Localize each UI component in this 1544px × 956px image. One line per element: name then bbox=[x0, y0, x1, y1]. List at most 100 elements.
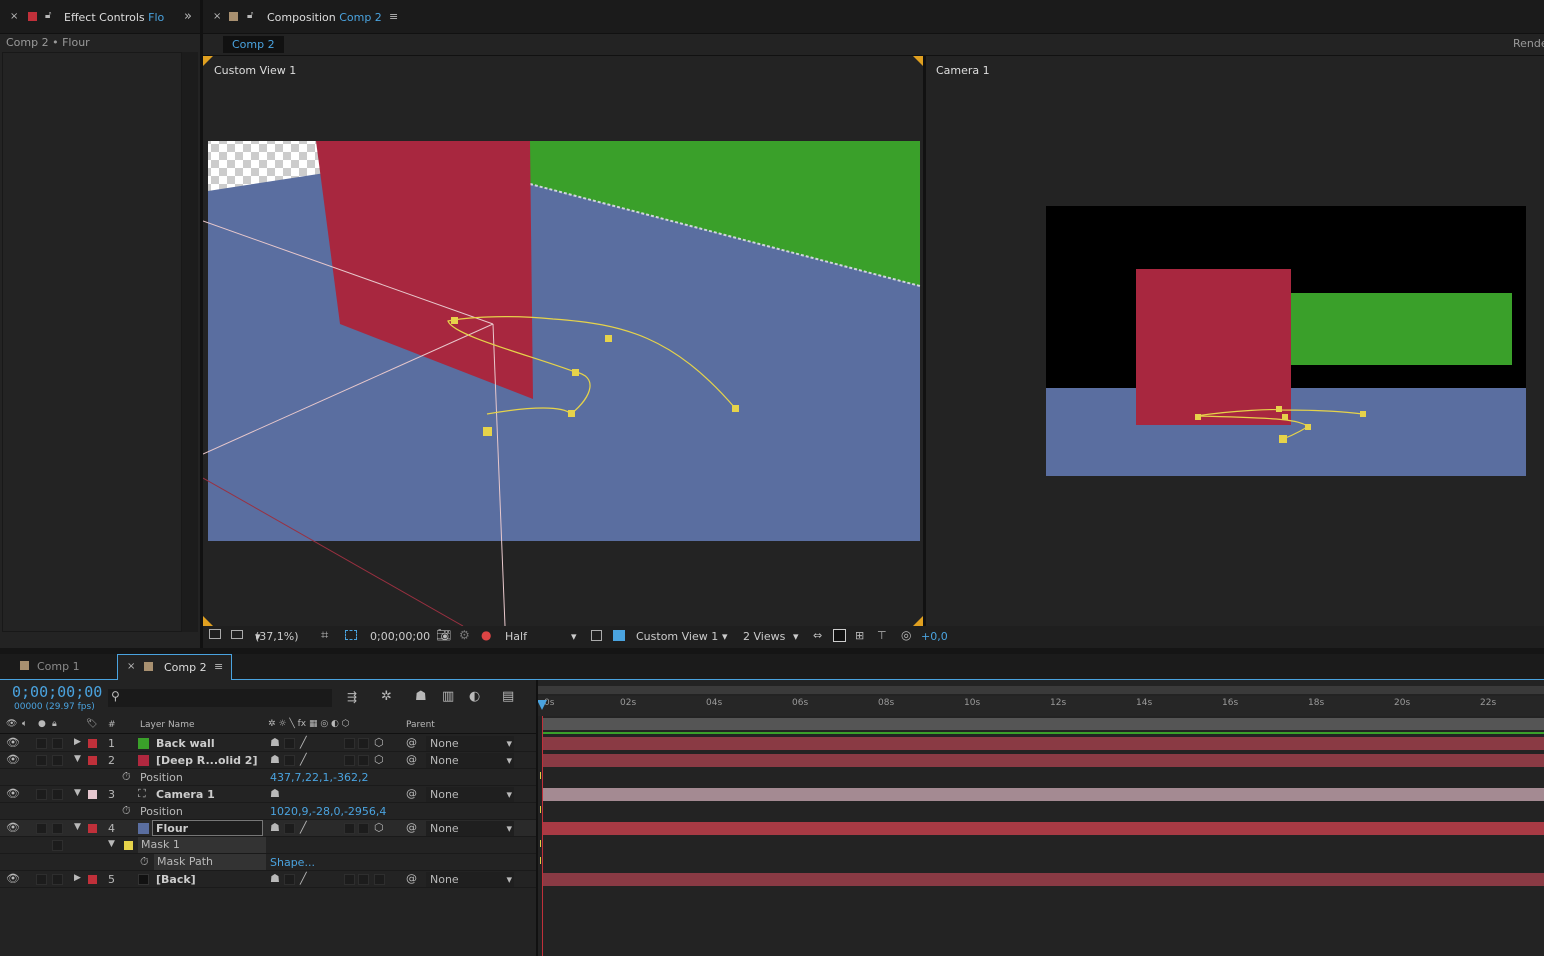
close-icon[interactable]: × bbox=[10, 11, 18, 22]
tree-icon[interactable]: ⊤ bbox=[877, 629, 887, 642]
shy-switch-icon[interactable]: ☗ bbox=[270, 787, 280, 800]
label-color[interactable] bbox=[88, 875, 97, 884]
motion-blur-icon[interactable]: ◐ bbox=[469, 689, 480, 704]
solo-toggle[interactable] bbox=[36, 755, 47, 766]
lock-icon[interactable]: 🔓︎ bbox=[247, 10, 253, 21]
shy-switch-icon[interactable]: ☗ bbox=[270, 872, 280, 885]
lock-toggle[interactable] bbox=[52, 874, 63, 885]
eye-icon[interactable]: 👁︎ bbox=[6, 787, 20, 800]
mask-row[interactable]: ▼ Mask 1 bbox=[0, 837, 536, 854]
layer-row[interactable]: 👁︎ ▼ 4 Flour ☗ ╱ ⬡ @ None ▾ bbox=[0, 820, 536, 837]
composition-mini-flowchart-icon[interactable]: ⇶ bbox=[347, 690, 357, 704]
panel-menu-icon[interactable]: ≡ bbox=[214, 660, 223, 673]
eye-icon[interactable]: 👁︎ bbox=[6, 872, 20, 885]
toggle-view-icon[interactable] bbox=[833, 629, 846, 642]
quality-switch-icon[interactable]: ╱ bbox=[300, 753, 307, 766]
layer-name[interactable]: Camera 1 bbox=[156, 788, 215, 801]
layer-name[interactable]: Back wall bbox=[156, 737, 215, 750]
shy-switch-icon[interactable]: ☗ bbox=[270, 753, 280, 766]
motion-blur-switch[interactable] bbox=[344, 755, 355, 766]
property-row[interactable]: ⏱︎ Mask Path Shape... bbox=[0, 854, 536, 871]
parent-select[interactable]: None ▾ bbox=[426, 736, 514, 751]
property-row[interactable]: ⏱︎ Position 1020,9,-28,0,-2956,4 bbox=[0, 803, 536, 820]
transparency-grid-icon[interactable] bbox=[345, 630, 357, 640]
flowchart-icon[interactable]: ⊞ bbox=[855, 629, 864, 642]
stopwatch-icon[interactable]: ⏱︎ bbox=[140, 855, 149, 869]
collapse-switch[interactable] bbox=[284, 874, 295, 885]
parent-select[interactable]: None ▾ bbox=[426, 753, 514, 768]
tab-comp-1[interactable]: Comp 1 bbox=[20, 660, 80, 673]
shy-switch-icon[interactable]: ☗ bbox=[270, 736, 280, 749]
collapse-switch[interactable] bbox=[284, 755, 295, 766]
motion-blur-switch[interactable] bbox=[344, 738, 355, 749]
search-field[interactable]: ⚲ bbox=[108, 689, 332, 707]
tab-comp-2[interactable]: × Comp 2 ≡ bbox=[117, 654, 232, 680]
adjustment-switch[interactable] bbox=[358, 874, 369, 885]
pickwhip-icon[interactable]: @ bbox=[406, 872, 417, 885]
layer-row[interactable]: 👁︎ ▼ 3 ⛶ Camera 1 ☗ @ None ▾ bbox=[0, 786, 536, 803]
collapse-arrow-icon[interactable]: ▼ bbox=[74, 754, 81, 764]
audio-icon[interactable]: 🔈︎ bbox=[22, 719, 27, 729]
transparency-icon[interactable] bbox=[613, 630, 625, 641]
property-value[interactable]: Shape... bbox=[270, 856, 315, 869]
3d-layer-icon[interactable]: ⬡ bbox=[374, 736, 384, 749]
fast-previews-icon[interactable] bbox=[591, 630, 602, 641]
zoom-select[interactable]: (37,1%) ▾ bbox=[255, 630, 299, 643]
layer-duration-bar[interactable] bbox=[542, 822, 1544, 835]
adjustment-switch[interactable] bbox=[358, 755, 369, 766]
layer-duration-bar[interactable] bbox=[542, 732, 1544, 734]
pickwhip-icon[interactable]: @ bbox=[406, 821, 417, 834]
eye-icon[interactable]: 👁︎ bbox=[6, 736, 20, 749]
collapse-arrow-icon[interactable]: ▼ bbox=[108, 839, 115, 849]
monitor-icon[interactable] bbox=[231, 630, 243, 639]
label-color[interactable] bbox=[88, 756, 97, 765]
layer-name-field[interactable]: Flour bbox=[152, 820, 263, 836]
lock-icon[interactable]: 🔓︎ bbox=[45, 10, 51, 21]
label-color[interactable] bbox=[88, 739, 97, 748]
channel-icon[interactable]: ● bbox=[481, 628, 491, 642]
mask-name[interactable]: Mask 1 bbox=[138, 837, 266, 853]
lock-toggle[interactable] bbox=[52, 789, 63, 800]
eye-icon[interactable]: 👁︎ bbox=[6, 753, 20, 766]
draft-3d-icon[interactable]: ✲ bbox=[381, 689, 392, 704]
layer-row[interactable]: 👁︎ ▶ 5 [Back] ☗ ╱ @ None ▾ bbox=[0, 871, 536, 888]
quality-switch-icon[interactable]: ╱ bbox=[300, 821, 307, 834]
mask-color[interactable] bbox=[124, 841, 133, 850]
always-preview-icon[interactable] bbox=[209, 629, 221, 639]
pickwhip-icon[interactable]: @ bbox=[406, 736, 417, 749]
graph-editor-icon[interactable]: ▤ bbox=[502, 689, 514, 704]
solo-icon[interactable]: ● bbox=[38, 719, 46, 729]
work-area-bar[interactable] bbox=[542, 718, 1544, 730]
toggle-pixel-aspect-icon[interactable]: ⇔ bbox=[813, 629, 822, 642]
label-color[interactable] bbox=[88, 824, 97, 833]
close-icon[interactable]: × bbox=[127, 661, 135, 672]
property-value[interactable]: 437,7,22,1,-362,2 bbox=[270, 771, 368, 784]
solo-toggle[interactable] bbox=[36, 874, 47, 885]
3d-layer-icon[interactable]: ⬡ bbox=[374, 821, 384, 834]
layer-duration-bar[interactable] bbox=[542, 873, 1544, 886]
eye-icon[interactable]: 👁︎ bbox=[6, 821, 20, 834]
collapse-switch[interactable] bbox=[284, 738, 295, 749]
property-value[interactable]: 1020,9,-28,0,-2956,4 bbox=[270, 805, 386, 818]
camera-viewer[interactable]: Camera 1 bbox=[926, 56, 1544, 626]
comp-subtab[interactable]: Comp 2 bbox=[223, 36, 284, 53]
renderer-label[interactable]: Rende bbox=[1513, 37, 1544, 50]
layer-name-header[interactable]: Layer Name bbox=[140, 720, 195, 730]
adjustment-switch[interactable] bbox=[358, 823, 369, 834]
motion-blur-switch[interactable] bbox=[344, 823, 355, 834]
panel-menu-icon[interactable]: ≡ bbox=[389, 10, 398, 23]
adjustment-switch[interactable] bbox=[358, 738, 369, 749]
custom-view-viewer[interactable]: Custom View 1 bbox=[203, 56, 923, 626]
solo-toggle[interactable] bbox=[36, 738, 47, 749]
shy-icon[interactable]: ☗ bbox=[415, 689, 427, 704]
lock-icon[interactable]: 🔒︎ bbox=[52, 719, 57, 729]
time-navigator[interactable] bbox=[538, 686, 1544, 694]
quality-switch-icon[interactable]: ╱ bbox=[300, 872, 307, 885]
parent-select[interactable]: None ▾ bbox=[426, 872, 514, 887]
pickwhip-icon[interactable]: @ bbox=[406, 753, 417, 766]
3d-layer-switch[interactable] bbox=[374, 874, 385, 885]
layer-duration-bar[interactable] bbox=[542, 737, 1544, 750]
shy-switch-icon[interactable]: ☗ bbox=[270, 821, 280, 834]
solo-toggle[interactable] bbox=[36, 789, 47, 800]
lock-toggle[interactable] bbox=[52, 840, 63, 851]
